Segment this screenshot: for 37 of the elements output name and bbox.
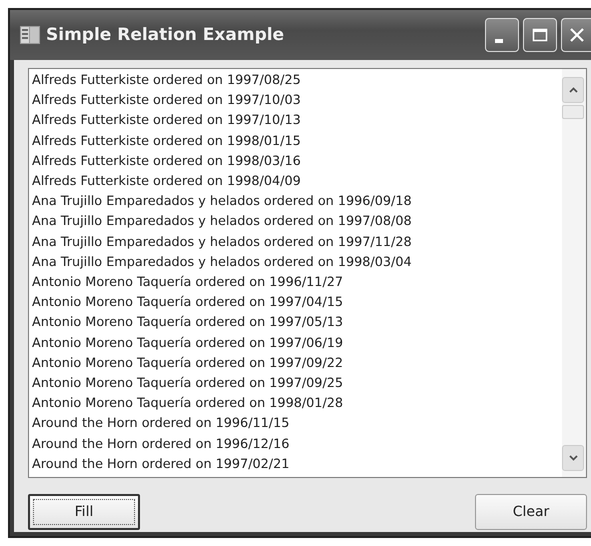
application-icon (20, 26, 40, 44)
scroll-down-button[interactable] (562, 445, 584, 471)
list-item[interactable]: Alfreds Futterkiste ordered on 1997/10/13 (32, 111, 559, 132)
push-button[interactable]: Clear (475, 494, 587, 530)
list-item[interactable]: Alfreds Futterkiste ordered on 1998/01/15 (32, 132, 559, 152)
list-item[interactable]: Alfreds Futterkiste ordered on 1997/10/03 (32, 91, 559, 112)
list-item[interactable]: Alfreds Futterkiste ordered on 1998/03/16 (32, 152, 559, 172)
list-item[interactable]: Antonio Moreno Taquería ordered on 1997/09/25 (32, 374, 559, 394)
list-item[interactable]: Antonio Moreno Taquería ordered on 1997/06/19 (32, 334, 559, 354)
list-item[interactable]: Ana Trujillo Emparedados y helados ordered on 1997/08/08 (32, 212, 559, 233)
minimize-icon (495, 39, 503, 43)
close-button[interactable] (561, 18, 591, 52)
chevron-down-icon (568, 455, 578, 461)
minimize-button[interactable] (485, 18, 519, 52)
list-item[interactable]: Ana Trujillo Emparedados y helados ordered on 1997/11/28 (32, 232, 559, 253)
maximize-button[interactable] (523, 18, 557, 52)
order-list[interactable] (28, 68, 587, 478)
list-item[interactable]: Antonio Moreno Taquería ordered on 1997/04/15 (32, 293, 559, 314)
scroll-thumb[interactable] (562, 105, 584, 119)
list-item[interactable]: Around the Horn ordered on 1997/02/21 (32, 454, 559, 476)
maximize-icon (532, 28, 548, 42)
list-item[interactable]: Antonio Moreno Taquería ordered on 1997/09/22 (32, 354, 559, 374)
list-item[interactable]: Alfreds Futterkiste ordered on 1997/08/25 (32, 71, 559, 92)
list-item[interactable]: Antonio Moreno Taquería ordered on 1997/05/13 (32, 313, 559, 334)
push-button[interactable]: Fill (28, 494, 140, 530)
scroll-up-button[interactable] (562, 77, 584, 103)
list-item[interactable]: Alfreds Futterkiste ordered on 1998/04/09 (32, 172, 559, 192)
chevron-up-icon (568, 87, 578, 93)
list-item[interactable]: Around the Horn ordered on 1996/11/15 (32, 414, 559, 435)
list-item[interactable]: Antonio Moreno Taquería ordered on 1998/01/28 (32, 394, 559, 414)
list-item[interactable]: Around the Horn ordered on 1996/12/16 (32, 434, 559, 455)
close-icon (568, 27, 584, 43)
scrollbar[interactable] (562, 69, 586, 477)
list-item[interactable]: Ana Trujillo Emparedados y helados ordered on 1996/09/18 (32, 192, 559, 212)
window-title: Simple Relation Example (46, 25, 286, 45)
list-item[interactable]: Ana Trujillo Emparedados y helados ordered on 1998/03/04 (32, 252, 559, 274)
list-item[interactable]: Antonio Moreno Taquería ordered on 1996/11/27 (32, 273, 559, 294)
